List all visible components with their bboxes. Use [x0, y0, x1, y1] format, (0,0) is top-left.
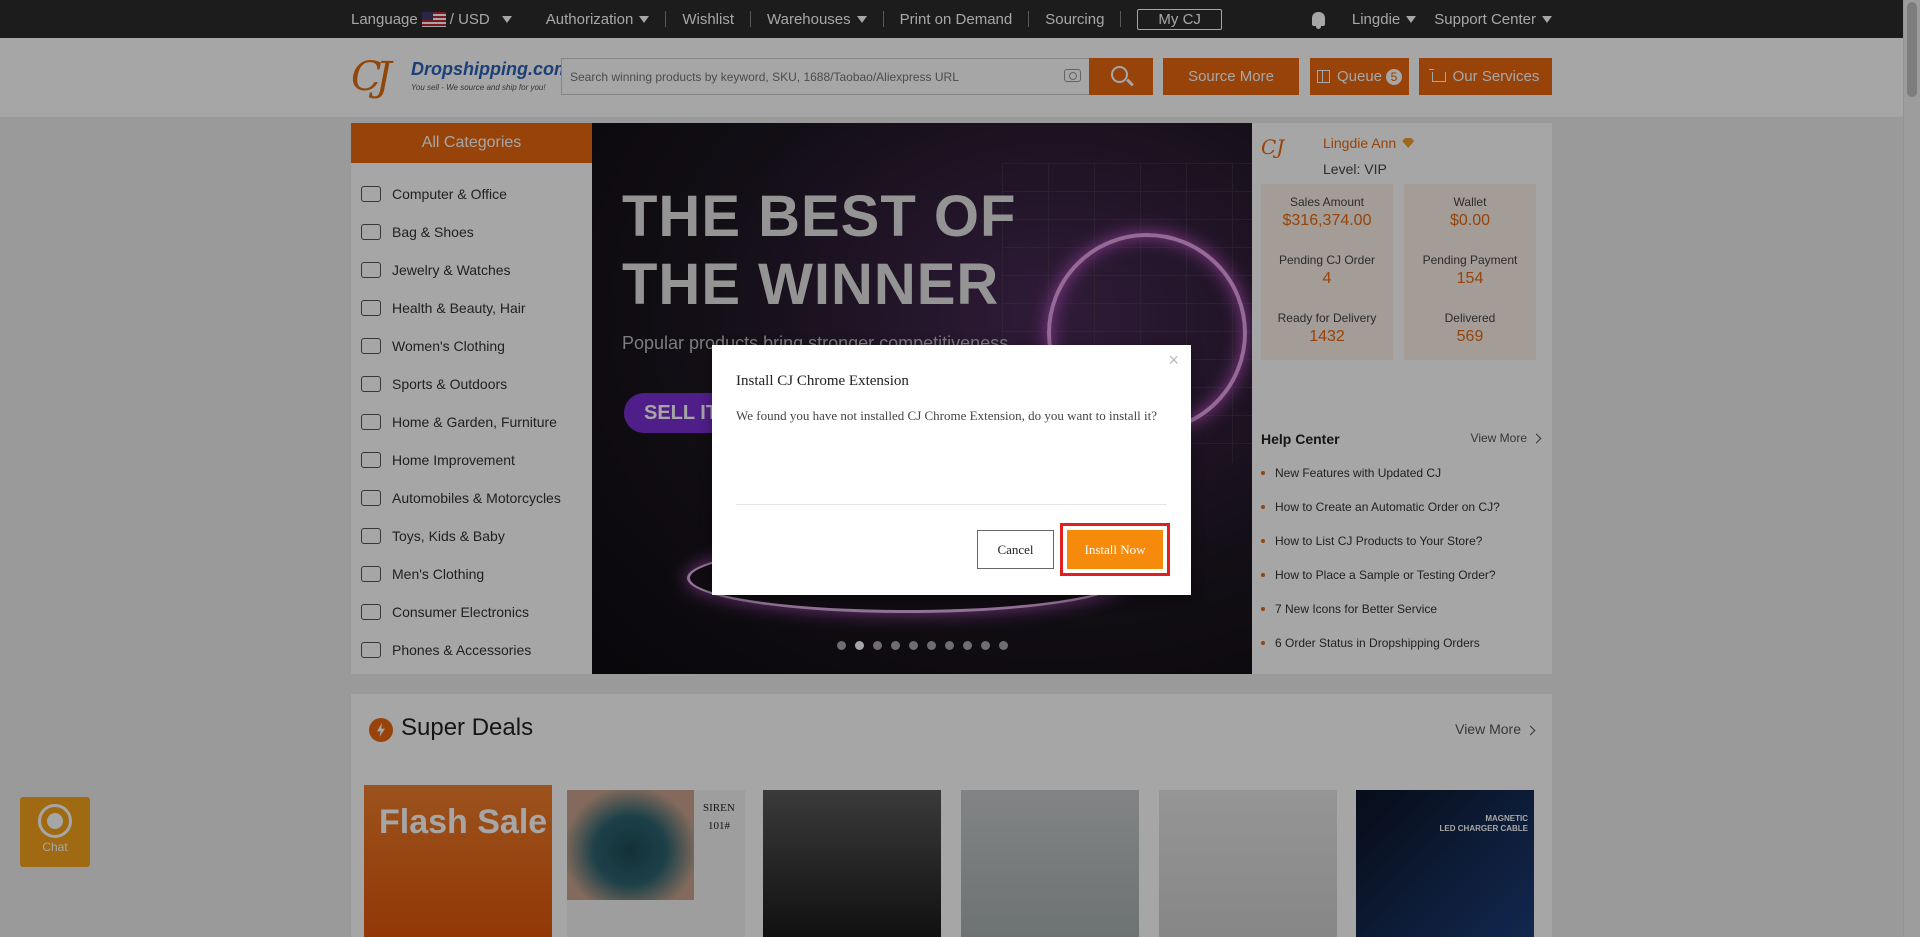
install-extension-dialog: × Install CJ Chrome Extension We found y…: [712, 345, 1191, 595]
close-icon[interactable]: ×: [1168, 350, 1179, 371]
dialog-message: We found you have not installed CJ Chrom…: [736, 408, 1158, 423]
install-now-button[interactable]: Install Now: [1060, 523, 1170, 576]
cancel-button[interactable]: Cancel: [977, 530, 1054, 569]
dialog-divider: [736, 504, 1167, 505]
dialog-title: Install CJ Chrome Extension: [736, 373, 909, 389]
